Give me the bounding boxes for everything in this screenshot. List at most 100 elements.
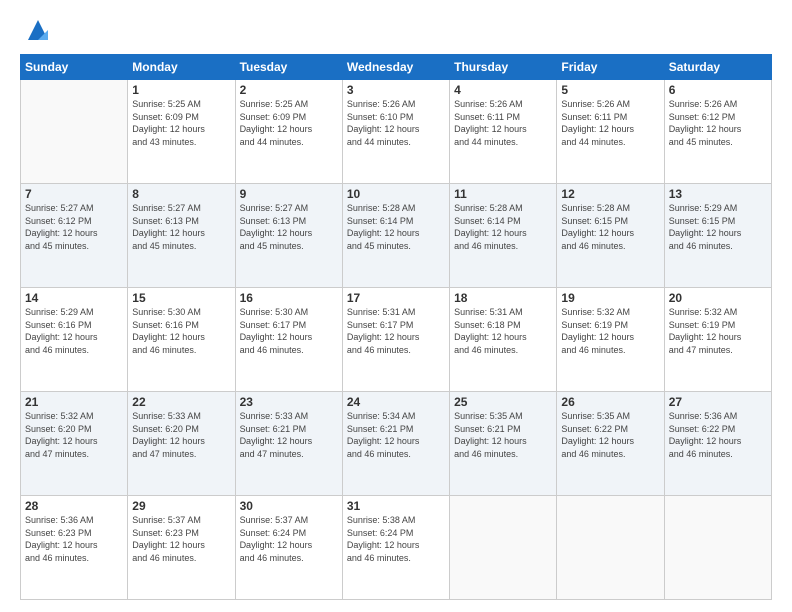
day-info: Sunrise: 5:38 AM Sunset: 6:24 PM Dayligh… <box>347 514 445 564</box>
day-number: 10 <box>347 187 445 201</box>
day-info: Sunrise: 5:37 AM Sunset: 6:24 PM Dayligh… <box>240 514 338 564</box>
day-info: Sunrise: 5:33 AM Sunset: 6:20 PM Dayligh… <box>132 410 230 460</box>
table-row <box>664 496 771 600</box>
day-info: Sunrise: 5:30 AM Sunset: 6:16 PM Dayligh… <box>132 306 230 356</box>
table-row: 13Sunrise: 5:29 AM Sunset: 6:15 PM Dayli… <box>664 184 771 288</box>
table-row: 14Sunrise: 5:29 AM Sunset: 6:16 PM Dayli… <box>21 288 128 392</box>
day-info: Sunrise: 5:28 AM Sunset: 6:14 PM Dayligh… <box>454 202 552 252</box>
calendar-week-row: 14Sunrise: 5:29 AM Sunset: 6:16 PM Dayli… <box>21 288 772 392</box>
logo-icon <box>24 16 52 44</box>
day-info: Sunrise: 5:28 AM Sunset: 6:15 PM Dayligh… <box>561 202 659 252</box>
day-number: 31 <box>347 499 445 513</box>
day-info: Sunrise: 5:32 AM Sunset: 6:19 PM Dayligh… <box>561 306 659 356</box>
page: Sunday Monday Tuesday Wednesday Thursday… <box>0 0 792 612</box>
col-thursday: Thursday <box>450 55 557 80</box>
table-row: 30Sunrise: 5:37 AM Sunset: 6:24 PM Dayli… <box>235 496 342 600</box>
day-number: 6 <box>669 83 767 97</box>
table-row: 3Sunrise: 5:26 AM Sunset: 6:10 PM Daylig… <box>342 80 449 184</box>
col-saturday: Saturday <box>664 55 771 80</box>
day-info: Sunrise: 5:27 AM Sunset: 6:13 PM Dayligh… <box>240 202 338 252</box>
day-info: Sunrise: 5:35 AM Sunset: 6:21 PM Dayligh… <box>454 410 552 460</box>
col-sunday: Sunday <box>21 55 128 80</box>
day-number: 15 <box>132 291 230 305</box>
day-number: 18 <box>454 291 552 305</box>
day-number: 7 <box>25 187 123 201</box>
logo <box>20 16 52 44</box>
day-number: 25 <box>454 395 552 409</box>
calendar-week-row: 7Sunrise: 5:27 AM Sunset: 6:12 PM Daylig… <box>21 184 772 288</box>
day-number: 9 <box>240 187 338 201</box>
day-number: 22 <box>132 395 230 409</box>
calendar-week-row: 21Sunrise: 5:32 AM Sunset: 6:20 PM Dayli… <box>21 392 772 496</box>
day-info: Sunrise: 5:25 AM Sunset: 6:09 PM Dayligh… <box>240 98 338 148</box>
table-row: 27Sunrise: 5:36 AM Sunset: 6:22 PM Dayli… <box>664 392 771 496</box>
table-row: 2Sunrise: 5:25 AM Sunset: 6:09 PM Daylig… <box>235 80 342 184</box>
day-number: 5 <box>561 83 659 97</box>
day-info: Sunrise: 5:33 AM Sunset: 6:21 PM Dayligh… <box>240 410 338 460</box>
table-row: 21Sunrise: 5:32 AM Sunset: 6:20 PM Dayli… <box>21 392 128 496</box>
table-row: 5Sunrise: 5:26 AM Sunset: 6:11 PM Daylig… <box>557 80 664 184</box>
day-number: 12 <box>561 187 659 201</box>
day-info: Sunrise: 5:26 AM Sunset: 6:12 PM Dayligh… <box>669 98 767 148</box>
day-number: 21 <box>25 395 123 409</box>
day-info: Sunrise: 5:32 AM Sunset: 6:19 PM Dayligh… <box>669 306 767 356</box>
table-row: 22Sunrise: 5:33 AM Sunset: 6:20 PM Dayli… <box>128 392 235 496</box>
table-row: 25Sunrise: 5:35 AM Sunset: 6:21 PM Dayli… <box>450 392 557 496</box>
day-info: Sunrise: 5:31 AM Sunset: 6:18 PM Dayligh… <box>454 306 552 356</box>
table-row: 26Sunrise: 5:35 AM Sunset: 6:22 PM Dayli… <box>557 392 664 496</box>
table-row: 11Sunrise: 5:28 AM Sunset: 6:14 PM Dayli… <box>450 184 557 288</box>
day-number: 2 <box>240 83 338 97</box>
table-row: 20Sunrise: 5:32 AM Sunset: 6:19 PM Dayli… <box>664 288 771 392</box>
table-row: 17Sunrise: 5:31 AM Sunset: 6:17 PM Dayli… <box>342 288 449 392</box>
day-info: Sunrise: 5:28 AM Sunset: 6:14 PM Dayligh… <box>347 202 445 252</box>
table-row: 15Sunrise: 5:30 AM Sunset: 6:16 PM Dayli… <box>128 288 235 392</box>
table-row: 8Sunrise: 5:27 AM Sunset: 6:13 PM Daylig… <box>128 184 235 288</box>
table-row: 31Sunrise: 5:38 AM Sunset: 6:24 PM Dayli… <box>342 496 449 600</box>
table-row <box>450 496 557 600</box>
day-number: 28 <box>25 499 123 513</box>
table-row: 10Sunrise: 5:28 AM Sunset: 6:14 PM Dayli… <box>342 184 449 288</box>
day-number: 16 <box>240 291 338 305</box>
day-number: 4 <box>454 83 552 97</box>
day-info: Sunrise: 5:26 AM Sunset: 6:10 PM Dayligh… <box>347 98 445 148</box>
day-number: 23 <box>240 395 338 409</box>
col-wednesday: Wednesday <box>342 55 449 80</box>
col-monday: Monday <box>128 55 235 80</box>
day-info: Sunrise: 5:32 AM Sunset: 6:20 PM Dayligh… <box>25 410 123 460</box>
day-info: Sunrise: 5:34 AM Sunset: 6:21 PM Dayligh… <box>347 410 445 460</box>
day-info: Sunrise: 5:29 AM Sunset: 6:15 PM Dayligh… <box>669 202 767 252</box>
day-number: 3 <box>347 83 445 97</box>
day-info: Sunrise: 5:30 AM Sunset: 6:17 PM Dayligh… <box>240 306 338 356</box>
col-friday: Friday <box>557 55 664 80</box>
day-info: Sunrise: 5:36 AM Sunset: 6:23 PM Dayligh… <box>25 514 123 564</box>
table-row: 4Sunrise: 5:26 AM Sunset: 6:11 PM Daylig… <box>450 80 557 184</box>
day-info: Sunrise: 5:35 AM Sunset: 6:22 PM Dayligh… <box>561 410 659 460</box>
day-number: 26 <box>561 395 659 409</box>
calendar-week-row: 28Sunrise: 5:36 AM Sunset: 6:23 PM Dayli… <box>21 496 772 600</box>
day-info: Sunrise: 5:25 AM Sunset: 6:09 PM Dayligh… <box>132 98 230 148</box>
calendar-header-row: Sunday Monday Tuesday Wednesday Thursday… <box>21 55 772 80</box>
table-row: 12Sunrise: 5:28 AM Sunset: 6:15 PM Dayli… <box>557 184 664 288</box>
day-number: 17 <box>347 291 445 305</box>
table-row: 6Sunrise: 5:26 AM Sunset: 6:12 PM Daylig… <box>664 80 771 184</box>
table-row: 7Sunrise: 5:27 AM Sunset: 6:12 PM Daylig… <box>21 184 128 288</box>
day-number: 19 <box>561 291 659 305</box>
day-number: 20 <box>669 291 767 305</box>
day-number: 11 <box>454 187 552 201</box>
table-row: 1Sunrise: 5:25 AM Sunset: 6:09 PM Daylig… <box>128 80 235 184</box>
calendar-week-row: 1Sunrise: 5:25 AM Sunset: 6:09 PM Daylig… <box>21 80 772 184</box>
day-info: Sunrise: 5:26 AM Sunset: 6:11 PM Dayligh… <box>561 98 659 148</box>
calendar-table: Sunday Monday Tuesday Wednesday Thursday… <box>20 54 772 600</box>
table-row: 18Sunrise: 5:31 AM Sunset: 6:18 PM Dayli… <box>450 288 557 392</box>
day-number: 27 <box>669 395 767 409</box>
day-number: 8 <box>132 187 230 201</box>
table-row: 19Sunrise: 5:32 AM Sunset: 6:19 PM Dayli… <box>557 288 664 392</box>
table-row: 16Sunrise: 5:30 AM Sunset: 6:17 PM Dayli… <box>235 288 342 392</box>
table-row: 24Sunrise: 5:34 AM Sunset: 6:21 PM Dayli… <box>342 392 449 496</box>
day-info: Sunrise: 5:37 AM Sunset: 6:23 PM Dayligh… <box>132 514 230 564</box>
day-info: Sunrise: 5:27 AM Sunset: 6:12 PM Dayligh… <box>25 202 123 252</box>
header <box>20 16 772 44</box>
day-number: 1 <box>132 83 230 97</box>
day-info: Sunrise: 5:29 AM Sunset: 6:16 PM Dayligh… <box>25 306 123 356</box>
table-row: 29Sunrise: 5:37 AM Sunset: 6:23 PM Dayli… <box>128 496 235 600</box>
